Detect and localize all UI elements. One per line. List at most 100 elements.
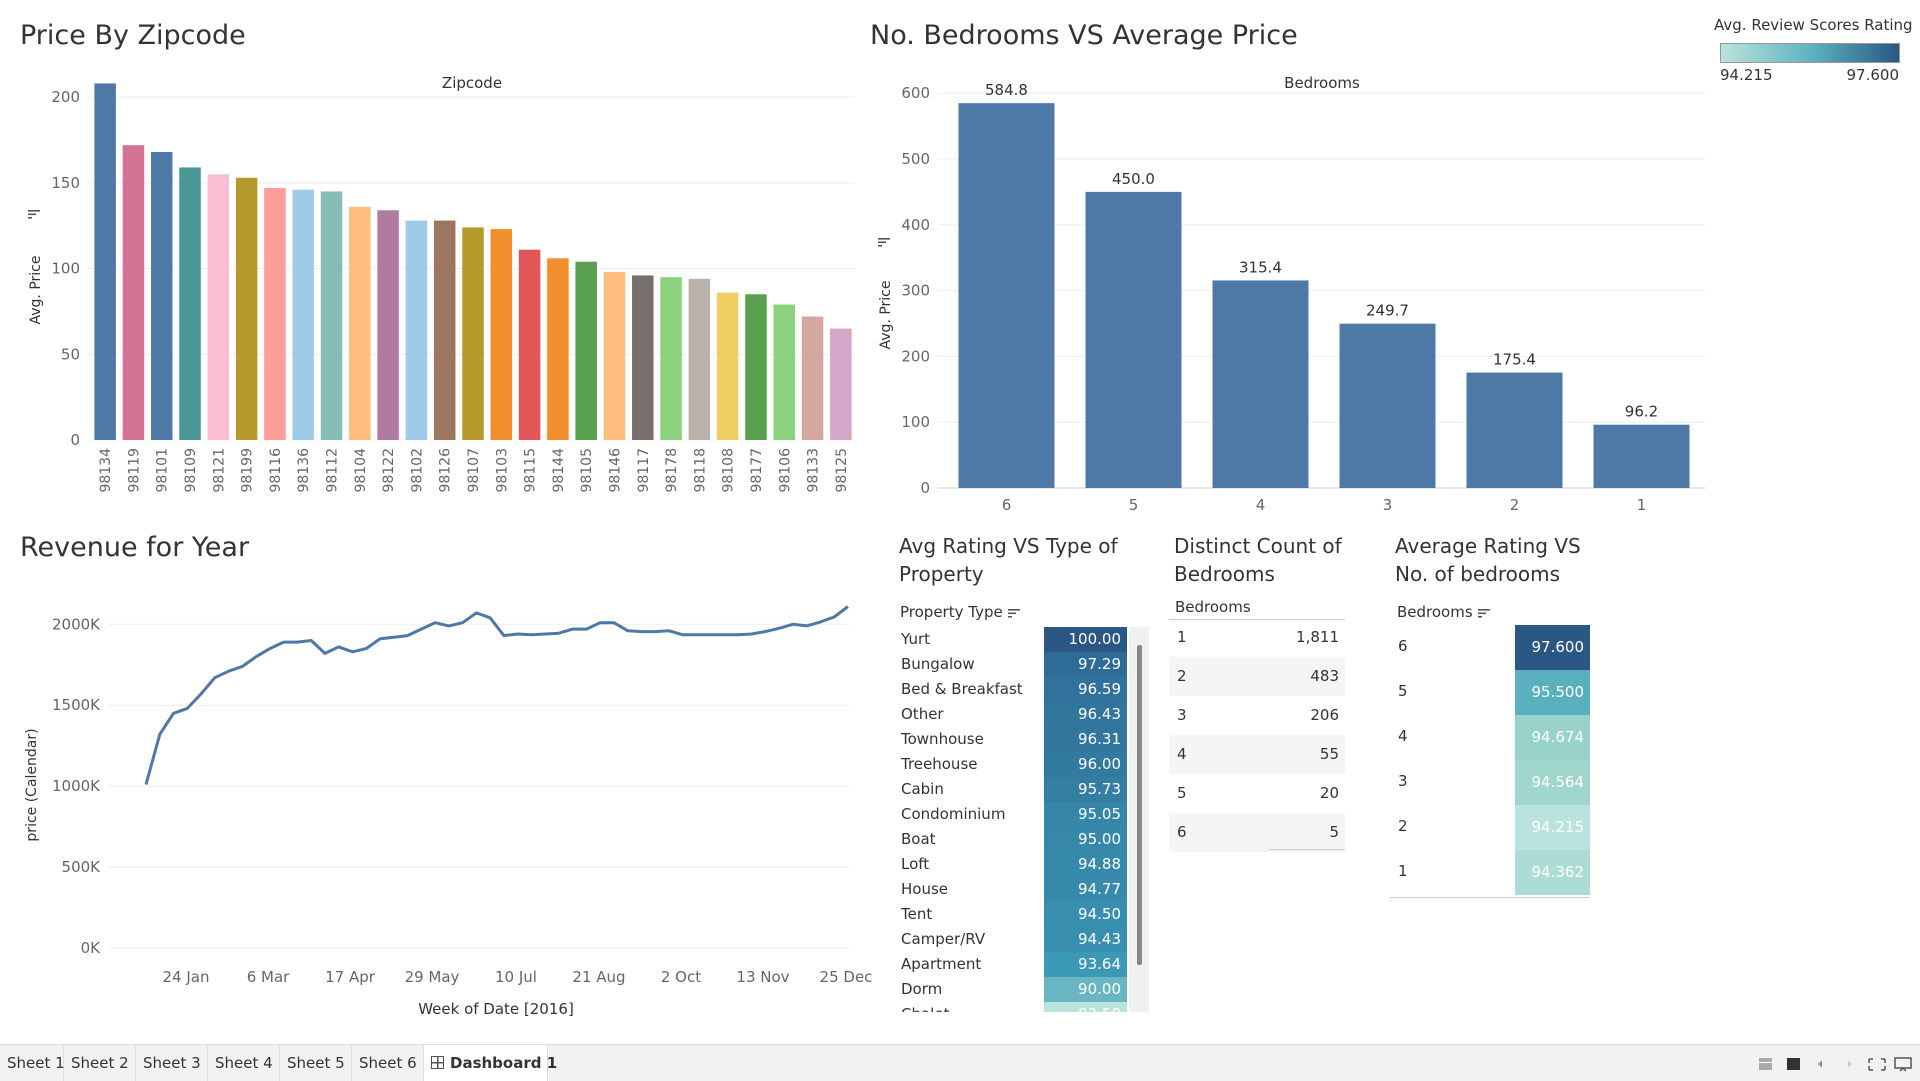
bar-98107[interactable] <box>462 227 484 440</box>
bar-98102[interactable] <box>405 220 428 440</box>
property-type-row[interactable]: Loft 94.88 <box>901 852 1127 877</box>
property-type-row[interactable]: Dorm 90.00 <box>901 977 1127 1002</box>
property-type-row[interactable]: Other 96.43 <box>901 702 1127 727</box>
bedrooms-value: 3 <box>1177 706 1187 724</box>
tab-dashboard-1[interactable]: Dashboard 1 <box>424 1045 557 1081</box>
grid-view-icon[interactable] <box>1759 1058 1772 1070</box>
fullscreen-icon[interactable] <box>1868 1058 1886 1071</box>
tab-sheet-5[interactable]: Sheet 5 <box>280 1045 352 1081</box>
sort-icon[interactable] <box>1477 607 1491 619</box>
avg-rating-row[interactable]: 4 94.674 <box>1390 715 1590 760</box>
bar-98199[interactable] <box>235 177 258 440</box>
sort-icon[interactable] <box>28 210 40 219</box>
y-tick-label: 100 <box>51 260 80 278</box>
present-icon[interactable] <box>1894 1057 1912 1072</box>
sort-icon[interactable] <box>1007 607 1021 619</box>
bar-98106[interactable] <box>773 304 796 440</box>
distinct-count-header: Bedrooms <box>1169 597 1345 620</box>
bar-98108[interactable] <box>716 292 739 440</box>
property-type-row[interactable]: Bed & Breakfast 96.59 <box>901 677 1127 702</box>
avg-rating-row[interactable]: 1 94.362 <box>1390 850 1590 895</box>
tab-label: Dashboard 1 <box>450 1054 558 1072</box>
property-type-rating-cell: 83.50 <box>1044 1002 1127 1012</box>
property-type-label: Dorm <box>901 980 943 998</box>
x-tick-label: 21 Aug <box>572 968 625 986</box>
bar-bedrooms-5[interactable] <box>1085 191 1182 488</box>
property-type-row[interactable]: Chalet 83.50 <box>901 1002 1127 1012</box>
bar-98136[interactable] <box>292 189 314 440</box>
bar-98178[interactable] <box>660 277 682 440</box>
prev-icon[interactable] <box>1818 1060 1822 1068</box>
bar-98121[interactable] <box>207 174 230 440</box>
avg-rating-row[interactable]: 2 94.215 <box>1390 805 1590 850</box>
bar-98118[interactable] <box>688 278 711 440</box>
bar-98119[interactable] <box>122 145 145 440</box>
color-legend[interactable]: Avg. Review Scores Rating 94.215 97.600 <box>1714 16 1914 86</box>
bar-98134[interactable] <box>94 83 116 440</box>
zipcode-chart-title: Price By Zipcode <box>20 20 246 51</box>
zipcode-bar-chart[interactable]: 0 50 100 150 200 Zipcode Avg. Price 98134 98119 9… <box>0 60 860 500</box>
tab-sheet-3[interactable]: Sheet 3 <box>136 1045 208 1081</box>
bar-bedrooms-4[interactable] <box>1212 280 1309 488</box>
property-type-row[interactable]: Boat 95.00 <box>901 827 1127 852</box>
property-type-row[interactable]: Yurt 100.00 <box>901 627 1127 652</box>
property-type-rating-cell: 94.50 <box>1044 902 1127 927</box>
sort-icon[interactable] <box>878 238 890 247</box>
x-tick-label: 2 <box>1510 496 1520 514</box>
next-icon[interactable] <box>1848 1060 1852 1068</box>
bar-bedrooms-1[interactable] <box>1593 424 1690 488</box>
table-scrollbar-track[interactable] <box>1129 627 1149 1012</box>
x-tick-label: 98146 <box>607 448 623 493</box>
bedrooms-bar-chart[interactable]: 0 100 200 300 400 500 600 Bedrooms Avg. Price 584… <box>860 60 1710 520</box>
bar-98104[interactable] <box>349 206 371 440</box>
bar-bedrooms-2[interactable] <box>1466 372 1563 488</box>
bar-98126[interactable] <box>433 220 456 440</box>
data-label: 249.7 <box>1366 302 1409 320</box>
avg-rating-bedrooms-header[interactable]: Bedrooms <box>1397 603 1491 621</box>
property-type-row[interactable]: Bungalow 97.29 <box>901 652 1127 677</box>
property-type-row[interactable]: Tent 94.50 <box>901 902 1127 927</box>
property-type-row[interactable]: Apartment 93.64 <box>901 952 1127 977</box>
bar-98133[interactable] <box>801 316 824 440</box>
bar-98103[interactable] <box>490 229 513 440</box>
bar-98125[interactable] <box>830 328 852 440</box>
single-view-icon[interactable] <box>1787 1058 1800 1070</box>
bar-98144[interactable] <box>547 258 569 440</box>
bar-bedrooms-3[interactable] <box>1339 323 1436 488</box>
revenue-line-chart[interactable]: 0K 500K 1000K 1500K 2000K price (Calendar) 24 … <box>0 590 880 1030</box>
avg-rating-bedrooms-table: 6 97.600 5 95.500 4 94.674 3 94.564 2 94.215 1 94.3… <box>1390 625 1590 898</box>
bar-98117[interactable] <box>632 275 654 440</box>
property-type-row[interactable]: Townhouse 96.31 <box>901 727 1127 752</box>
bar-98122[interactable] <box>377 210 399 440</box>
avg-rating-cell: 94.674 <box>1515 715 1590 760</box>
property-type-row[interactable]: Condominium 95.05 <box>901 802 1127 827</box>
property-type-row[interactable]: Treehouse 96.00 <box>901 752 1127 777</box>
property-type-row[interactable]: Cabin 95.73 <box>901 777 1127 802</box>
bar-98146[interactable] <box>603 272 626 440</box>
property-type-row[interactable]: House 94.77 <box>901 877 1127 902</box>
bar-98101[interactable] <box>150 152 173 440</box>
bar-98115[interactable] <box>518 249 541 440</box>
property-type-table[interactable]: Yurt 100.00 Bungalow 97.29 Bed & Breakfast 96… <box>901 627 1146 1012</box>
bar-98105[interactable] <box>575 261 597 440</box>
bar-98112[interactable] <box>320 191 343 440</box>
tab-sheet-6[interactable]: Sheet 6 <box>352 1045 424 1081</box>
property-type-row[interactable]: Camper/RV 94.43 <box>901 927 1127 952</box>
x-axis-title: Week of Date [2016] <box>418 1000 574 1018</box>
avg-rating-row[interactable]: 6 97.600 <box>1390 625 1590 670</box>
avg-rating-row[interactable]: 3 94.564 <box>1390 760 1590 805</box>
bar-98116[interactable] <box>264 188 286 440</box>
property-type-header[interactable]: Property Type <box>900 603 1021 621</box>
bar-98109[interactable] <box>179 167 201 440</box>
bar-bedrooms-6[interactable] <box>958 103 1055 488</box>
avg-rating-row[interactable]: 5 95.500 <box>1390 670 1590 715</box>
x-tick-label: 98119 <box>126 448 142 493</box>
tab-sheet-4[interactable]: Sheet 4 <box>208 1045 280 1081</box>
property-type-rating-cell: 96.31 <box>1044 727 1127 752</box>
tab-sheet-1[interactable]: Sheet 1 <box>0 1045 65 1081</box>
property-type-rating-cell: 94.77 <box>1044 877 1127 902</box>
table-scrollbar-thumb[interactable] <box>1137 645 1142 965</box>
bar-98177[interactable] <box>745 294 767 440</box>
tab-sheet-2[interactable]: Sheet 2 <box>64 1045 136 1081</box>
revenue-series-line[interactable] <box>144 605 849 785</box>
